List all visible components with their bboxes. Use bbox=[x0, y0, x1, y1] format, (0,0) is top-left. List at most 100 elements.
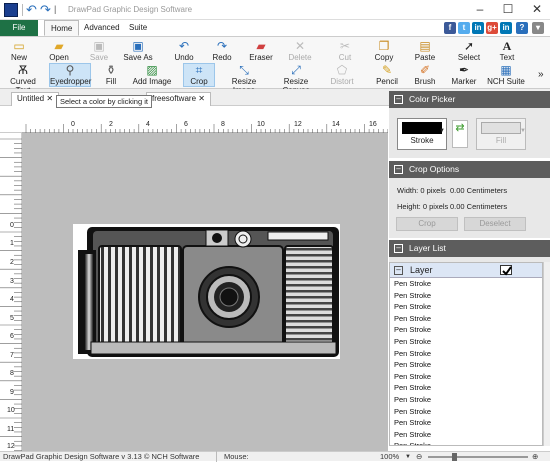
collapse-icon[interactable]: – bbox=[394, 244, 403, 253]
quick-access-dropdown-icon[interactable]: | bbox=[54, 4, 56, 14]
linkedin-share-icon[interactable]: in bbox=[500, 22, 512, 34]
layer-item-pen-stroke[interactable]: Pen Stroke bbox=[390, 406, 542, 418]
layer-list-header[interactable]: – Layer List bbox=[389, 240, 550, 257]
ruler-label: 3 bbox=[10, 278, 14, 285]
ruler-label: 2 bbox=[109, 121, 113, 128]
doc-tab-untitled[interactable]: Untitled ✕ bbox=[11, 92, 60, 106]
layer-item-pen-stroke[interactable]: Pen Stroke bbox=[390, 371, 542, 383]
maximize-icon[interactable]: ☐ bbox=[498, 2, 518, 16]
eraser-button[interactable]: ▰ Eraser bbox=[246, 40, 276, 63]
layer-item-pen-stroke[interactable]: Pen Stroke bbox=[390, 348, 542, 360]
ruler-ticks-vertical bbox=[0, 138, 22, 451]
layer-item-pen-stroke[interactable]: Pen Stroke bbox=[390, 278, 542, 290]
color-picker-header[interactable]: – Color Picker bbox=[389, 91, 550, 108]
zoom-slider-handle[interactable] bbox=[452, 453, 457, 461]
select-button[interactable]: ➚ Select bbox=[454, 40, 484, 63]
horizontal-ruler: 0 2 4 6 8 10 12 14 16 bbox=[0, 106, 389, 134]
linkedin-icon[interactable]: in bbox=[472, 22, 484, 34]
layer-row[interactable]: – Layer bbox=[390, 263, 542, 278]
ruler-label: 8 bbox=[10, 370, 14, 377]
nch-suite-button[interactable]: ▦ NCH Suite bbox=[486, 64, 526, 87]
eyedropper-icon: ⚲ bbox=[65, 63, 75, 77]
brush-button[interactable]: ✐ Brush bbox=[412, 64, 438, 87]
collapse-layer-icon[interactable]: – bbox=[394, 266, 403, 275]
text-button[interactable]: A Text bbox=[494, 40, 520, 63]
redo-button[interactable]: ↷ Redo bbox=[208, 40, 236, 63]
stroke-dropdown-icon[interactable]: ▼ bbox=[439, 128, 445, 134]
pencil-button[interactable]: ✎ Pencil bbox=[374, 63, 400, 87]
help-icon[interactable]: ? bbox=[516, 22, 528, 34]
stroke-swatch[interactable]: Stroke bbox=[397, 118, 447, 150]
fill-color bbox=[481, 122, 521, 134]
tab-advanced[interactable]: Advanced bbox=[78, 20, 126, 36]
delete-button[interactable]: ✕ Delete bbox=[285, 39, 315, 63]
paste-button[interactable]: ▤ Paste bbox=[410, 39, 440, 63]
layer-item-pen-stroke[interactable]: Pen Stroke bbox=[390, 324, 542, 336]
distort-button[interactable]: ⬠ Distort bbox=[326, 64, 358, 87]
document-canvas[interactable] bbox=[73, 224, 340, 359]
layer-item-pen-stroke[interactable]: Pen Stroke bbox=[390, 429, 542, 441]
layer-item-pen-stroke[interactable]: Pen Stroke bbox=[390, 382, 542, 394]
tab-file[interactable]: File bbox=[0, 20, 38, 36]
options-dropdown-icon[interactable]: ▾ bbox=[532, 22, 544, 34]
paste-icon: ▤ bbox=[419, 39, 431, 53]
layer-item-pen-stroke[interactable]: Pen Stroke bbox=[390, 301, 542, 313]
crop-button[interactable]: Crop bbox=[396, 217, 458, 231]
save-button[interactable]: ▣ Save bbox=[84, 39, 114, 63]
ribbon-expand-icon[interactable]: » bbox=[538, 69, 544, 80]
pencil-icon: ✎ bbox=[381, 63, 393, 77]
new-button[interactable]: ▭ New bbox=[4, 40, 34, 63]
fill-swatch[interactable]: Fill bbox=[476, 118, 526, 150]
visibility-checkbox-icon[interactable] bbox=[500, 265, 512, 276]
google-plus-icon[interactable]: g+ bbox=[486, 22, 498, 34]
open-button[interactable]: ▰ Open bbox=[44, 40, 74, 63]
layer-item-pen-stroke[interactable]: Pen Stroke bbox=[390, 417, 542, 429]
close-tab-icon[interactable]: ✕ bbox=[198, 94, 205, 103]
tab-home[interactable]: Home bbox=[44, 20, 80, 36]
marker-button[interactable]: ✒ Marker bbox=[450, 64, 478, 87]
collapse-icon[interactable]: – bbox=[394, 165, 403, 174]
close-icon[interactable]: ✕ bbox=[527, 2, 547, 16]
doc-tab-freesoftware[interactable]: freesoftware ✕ bbox=[146, 92, 211, 106]
layer-item-pen-stroke[interactable]: Pen Stroke bbox=[390, 336, 542, 348]
eyedropper-button[interactable]: ⚲ Eyedropper bbox=[49, 63, 91, 87]
layer-item-pen-stroke[interactable]: Pen Stroke bbox=[390, 313, 542, 325]
save-as-button[interactable]: ▣ Save As bbox=[120, 40, 156, 63]
fill-button[interactable]: ⚱ Fill bbox=[98, 64, 124, 87]
app-icon[interactable] bbox=[4, 3, 18, 17]
layer-item-pen-stroke[interactable]: Pen Stroke bbox=[390, 440, 542, 445]
ruler-label: 12 bbox=[294, 121, 302, 128]
ruler-label: 16 bbox=[369, 121, 377, 128]
undo-quick-icon[interactable]: ↶ bbox=[26, 2, 37, 18]
layer-item-pen-stroke[interactable]: Pen Stroke bbox=[390, 290, 542, 302]
fill-dropdown-icon[interactable]: ▼ bbox=[520, 128, 526, 134]
crop-button[interactable]: ⌗ Crop bbox=[183, 63, 215, 87]
curved-text-icon: Ѫ bbox=[18, 63, 28, 77]
ruler-label: 8 bbox=[221, 121, 225, 128]
save-icon: ▣ bbox=[93, 39, 105, 53]
deselect-button[interactable]: Deselect bbox=[464, 217, 526, 231]
layer-list-scrollbar[interactable] bbox=[543, 262, 550, 446]
twitter-icon[interactable]: t bbox=[458, 22, 470, 34]
fill-label: Fill bbox=[495, 136, 507, 145]
facebook-icon[interactable]: f bbox=[444, 22, 456, 34]
canvas-area[interactable] bbox=[22, 133, 388, 451]
minimize-icon[interactable]: – bbox=[470, 2, 490, 16]
swap-colors-icon[interactable]: ⇄ bbox=[452, 120, 468, 148]
undo-button[interactable]: ↶ Undo bbox=[170, 40, 198, 63]
delete-icon: ✕ bbox=[294, 39, 306, 53]
copy-button[interactable]: ❐ Copy bbox=[370, 40, 398, 63]
layer-item-pen-stroke[interactable]: Pen Stroke bbox=[390, 359, 542, 371]
collapse-icon[interactable]: – bbox=[394, 95, 403, 104]
layer-item-pen-stroke[interactable]: Pen Stroke bbox=[390, 394, 542, 406]
close-tab-icon[interactable]: ✕ bbox=[46, 94, 53, 103]
cut-button[interactable]: ✂ Cut bbox=[332, 39, 358, 63]
layer-list[interactable]: – Layer Pen Stroke Pen Stroke Pen Stroke Pe… bbox=[389, 262, 543, 446]
crop-options-header[interactable]: – Crop Options bbox=[389, 161, 550, 178]
tab-suite[interactable]: Suite bbox=[123, 20, 153, 36]
scissors-icon: ✂ bbox=[339, 39, 351, 53]
redo-quick-icon[interactable]: ↷ bbox=[40, 2, 51, 18]
zoom-slider[interactable] bbox=[428, 456, 528, 458]
doc-tab-label: Untitled bbox=[17, 94, 45, 103]
add-image-button[interactable]: ▨ Add Image bbox=[132, 64, 172, 87]
